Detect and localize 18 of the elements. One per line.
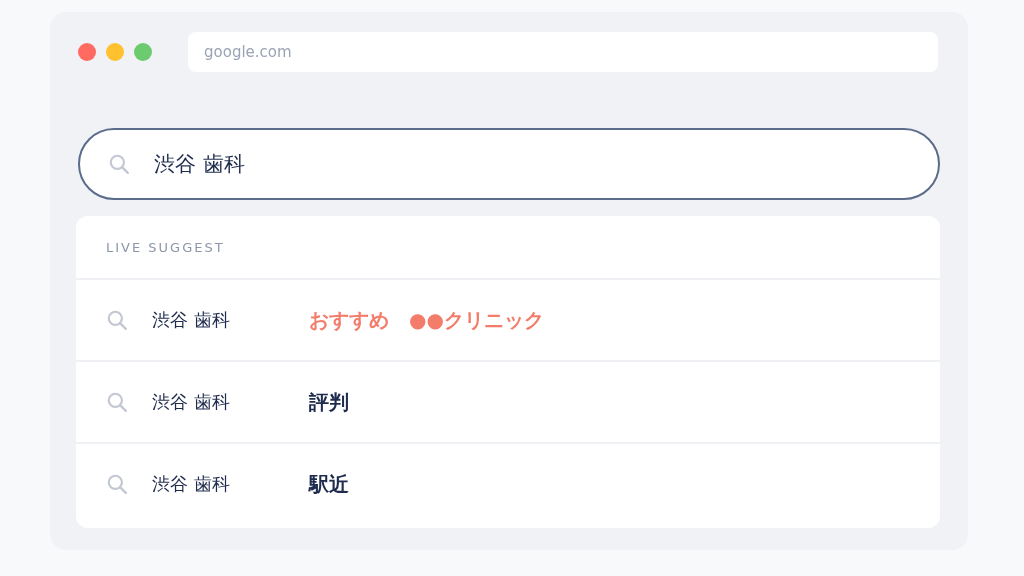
search-icon <box>106 473 128 495</box>
search-field[interactable]: 渋谷 歯科 <box>78 128 940 200</box>
suggestion-suffix: おすすめ ●●クリニック <box>309 306 544 334</box>
suggestion-suffix: 評判 <box>309 388 349 416</box>
suggestion-query: 渋谷 歯科 <box>152 472 231 496</box>
suggestion-row[interactable]: 渋谷 歯科 駅近 <box>76 442 940 524</box>
search-icon <box>106 309 128 331</box>
suggestion-row[interactable]: 渋谷 歯科 おすすめ ●●クリニック <box>76 278 940 360</box>
search-icon <box>106 391 128 413</box>
maximize-dot[interactable] <box>134 43 152 61</box>
suggest-heading: LIVE SUGGEST <box>105 240 226 257</box>
close-dot[interactable] <box>78 43 96 61</box>
suggestion-row[interactable]: 渋谷 歯科 評判 <box>76 360 940 442</box>
minimize-dot[interactable] <box>106 43 124 61</box>
suggestion-suffix: 駅近 <box>309 470 349 498</box>
suggestion-query: 渋谷 歯科 <box>152 308 231 332</box>
search-icon <box>108 153 130 175</box>
suggestion-query: 渋谷 歯科 <box>152 390 231 414</box>
